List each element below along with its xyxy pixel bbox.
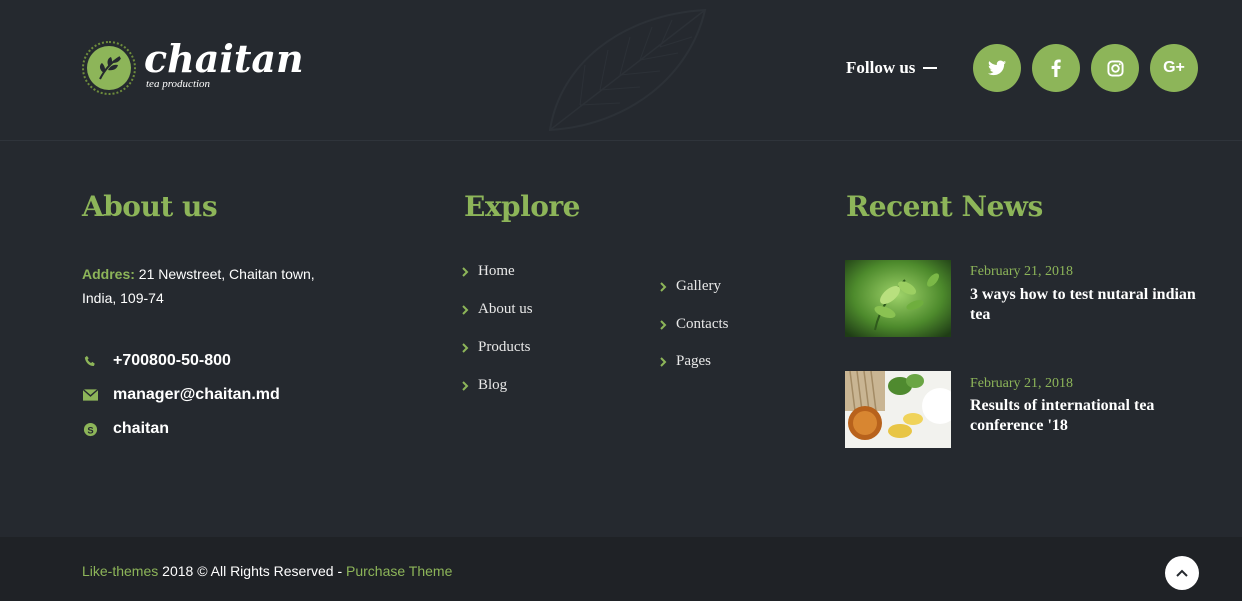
brand-name: chaitan: [144, 36, 304, 81]
phone-icon: [82, 353, 98, 369]
svg-text:S: S: [87, 425, 93, 435]
email-address: manager@chaitan.md: [113, 386, 280, 403]
nav-link-home[interactable]: Home: [462, 263, 515, 280]
brand-logo[interactable]: chaitan tea production: [82, 38, 304, 98]
email-contact[interactable]: manager@chaitan.md: [82, 386, 280, 404]
nav-link-label: Gallery: [676, 278, 721, 294]
recent-news-title: Recent News: [846, 190, 1043, 223]
footer-top-section: chaitan tea production Follow us G+: [0, 0, 1242, 141]
chevron-up-icon: [1176, 569, 1188, 577]
address-label: Addres:: [82, 266, 135, 282]
nav-link-blog[interactable]: Blog: [462, 377, 507, 394]
nav-link-label: Contacts: [676, 316, 729, 332]
phone-contact[interactable]: +700800-50-800: [82, 352, 231, 370]
follow-us-label: Follow us: [846, 58, 916, 77]
nav-link-label: Home: [478, 263, 515, 279]
follow-dash: [923, 67, 938, 69]
nav-link-gallery[interactable]: Gallery: [660, 278, 721, 295]
address: Addres: 21 Newstreet, Chaitan town, Indi…: [82, 262, 342, 310]
news-date: February 21, 2018: [970, 264, 1074, 279]
nav-link-pages[interactable]: Pages: [660, 353, 711, 370]
copyright-text: 2018 © All Rights Reserved -: [158, 563, 347, 579]
nav-link-about-us[interactable]: About us: [462, 301, 533, 318]
email-icon: [82, 387, 98, 403]
explore-title: Explore: [464, 190, 581, 223]
news-title-link[interactable]: Results of international tea conference …: [970, 396, 1210, 436]
google-plus-icon: G+: [1163, 59, 1185, 76]
skype-contact[interactable]: S chaitan: [82, 420, 169, 438]
instagram-icon: [1106, 59, 1124, 77]
logo-emblem: [82, 41, 136, 95]
news-date: February 21, 2018: [970, 376, 1074, 391]
follow-us: Follow us: [846, 58, 938, 78]
news-thumbnail-tea-leaves[interactable]: [845, 260, 951, 337]
nav-link-label: About us: [478, 301, 533, 317]
like-themes-link[interactable]: Like-themes: [82, 563, 158, 579]
chevron-right-icon: [462, 304, 469, 315]
twitter-icon: [988, 60, 1006, 76]
chevron-right-icon: [660, 319, 667, 330]
nav-link-label: Products: [478, 339, 531, 355]
chevron-right-icon: [462, 380, 469, 391]
facebook-icon: [1051, 59, 1061, 77]
chevron-right-icon: [660, 281, 667, 292]
nav-link-products[interactable]: Products: [462, 339, 531, 356]
tea-leaf-icon: [99, 56, 121, 80]
leaf-background-icon: [548, 8, 707, 132]
chevron-right-icon: [462, 266, 469, 277]
copyright: Like-themes 2018 © All Rights Reserved -…: [82, 563, 452, 579]
purchase-theme-link[interactable]: Purchase Theme: [346, 563, 452, 579]
chevron-right-icon: [462, 342, 469, 353]
news-title-link[interactable]: 3 ways how to test nutaral indian tea: [970, 285, 1210, 325]
phone-number: +700800-50-800: [113, 352, 231, 369]
skype-name: chaitan: [113, 420, 170, 437]
google-plus-button[interactable]: G+: [1150, 44, 1198, 92]
about-us-title: About us: [82, 190, 218, 223]
instagram-button[interactable]: [1091, 44, 1139, 92]
nav-link-contacts[interactable]: Contacts: [660, 316, 729, 333]
news-thumbnail-tea-conference[interactable]: [845, 371, 951, 448]
nav-link-label: Blog: [478, 377, 508, 393]
back-to-top-button[interactable]: [1165, 556, 1199, 590]
chevron-right-icon: [660, 356, 667, 367]
skype-icon: S: [82, 421, 98, 437]
twitter-button[interactable]: [973, 44, 1021, 92]
nav-link-label: Pages: [676, 353, 711, 369]
facebook-button[interactable]: [1032, 44, 1080, 92]
